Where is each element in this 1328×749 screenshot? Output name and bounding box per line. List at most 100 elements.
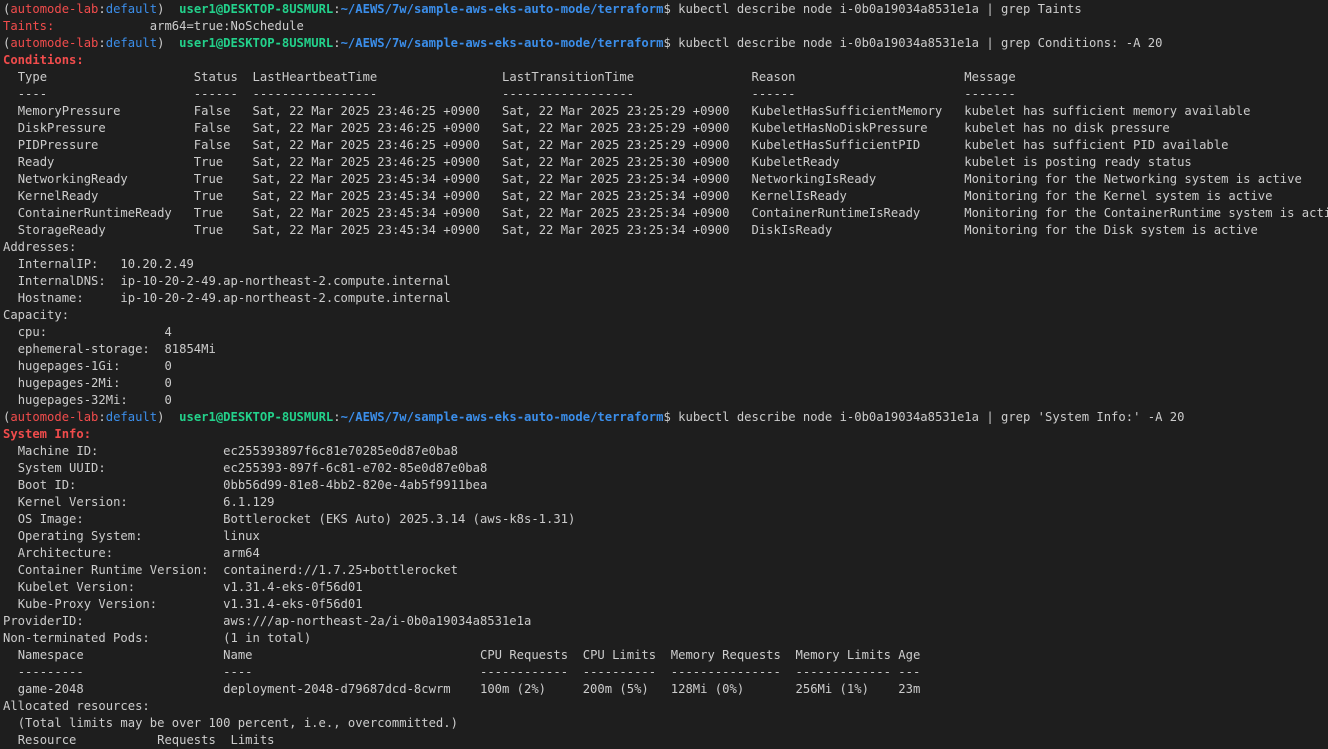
taints-line: Taints: arm64=true:NoSchedule [3, 18, 1328, 35]
prompt-user-host: user1@DESKTOP-8USMURL [179, 2, 334, 16]
field-key: Kernel Version: [17, 495, 128, 509]
field-value: 0 [164, 393, 172, 407]
capacity-row: cpu: 4 [3, 324, 1328, 341]
table-cell: ------------------ [502, 87, 635, 101]
section-heading: Capacity: [3, 308, 70, 322]
table-cell: Sat, 22 Mar 2025 23:45:34 +0900 [252, 172, 480, 186]
command-text: kubectl describe node i-0b0a19034a8531e1… [678, 410, 1185, 424]
table-cell: --------- [17, 665, 84, 679]
prompt-line: (automode-lab:default) user1@DESKTOP-8US… [3, 35, 1328, 52]
table-cell: Resource [17, 733, 77, 747]
provider-id-row: ProviderID: aws:///ap-northeast-2a/i-0b0… [3, 613, 1328, 630]
command-text: kubectl describe node i-0b0a19034a8531e1… [678, 36, 1163, 50]
capacity-row: hugepages-2Mi: 0 [3, 375, 1328, 392]
table-cell: KernelReady [17, 189, 99, 203]
condition-row: Ready True Sat, 22 Mar 2025 23:46:25 +09… [3, 154, 1328, 171]
field-value: ip-10-20-2-49.ap-northeast-2.compute.int… [120, 274, 451, 288]
table-cell: Sat, 22 Mar 2025 23:46:25 +0900 [252, 104, 480, 118]
prompt-colon: : [98, 36, 106, 50]
field-value: 6.1.129 [223, 495, 275, 509]
field-key: Hostname: [17, 291, 84, 305]
prompt-path: ~/AEWS/7w/sample-aws-eks-auto-mode/terra… [340, 36, 664, 50]
section-heading: Conditions: [3, 53, 84, 67]
system-info-row: Container Runtime Version: containerd://… [3, 562, 1328, 579]
table-cell: Sat, 22 Mar 2025 23:25:34 +0900 [502, 223, 730, 237]
field-key: ProviderID: [3, 614, 84, 628]
system-info-row: System UUID: ec255393-897f-6c81-e702-85e… [3, 460, 1328, 477]
table-cell: Message [964, 70, 1016, 84]
address-row: InternalDNS: ip-10-20-2-49.ap-northeast-… [3, 273, 1328, 290]
table-cell: False [193, 138, 231, 152]
table-cell: KubeletHasNoDiskPressure [751, 121, 928, 135]
table-cell: False [193, 104, 231, 118]
field-key: System UUID: [17, 461, 106, 475]
table-cell: kubelet has no disk pressure [964, 121, 1170, 135]
condition-row: NetworkingReady True Sat, 22 Mar 2025 23… [3, 171, 1328, 188]
table-cell: Memory Limits [795, 648, 891, 662]
section-heading: System Info: [3, 427, 92, 441]
table-cell: NetworkingIsReady [751, 172, 877, 186]
field-key: Architecture: [17, 546, 114, 560]
capacity-row: hugepages-1Gi: 0 [3, 358, 1328, 375]
table-cell: Sat, 22 Mar 2025 23:25:34 +0900 [502, 189, 730, 203]
table-cell: LastTransitionTime [502, 70, 635, 84]
condition-row: DiskPressure False Sat, 22 Mar 2025 23:4… [3, 120, 1328, 137]
address-row: Hostname: ip-10-20-2-49.ap-northeast-2.c… [3, 290, 1328, 307]
field-key: InternalDNS: [17, 274, 106, 288]
address-row: InternalIP: 10.20.2.49 [3, 256, 1328, 273]
table-cell: Ready [17, 155, 55, 169]
table-cell: Sat, 22 Mar 2025 23:25:30 +0900 [502, 155, 730, 169]
field-key: hugepages-32Mi: [17, 393, 128, 407]
prompt-cluster: automode-lab [10, 2, 99, 16]
table-cell: Sat, 22 Mar 2025 23:46:25 +0900 [252, 138, 480, 152]
prompt-path: ~/AEWS/7w/sample-aws-eks-auto-mode/terra… [340, 410, 664, 424]
prompt-cluster: automode-lab [10, 36, 99, 50]
field-key: InternalIP: [17, 257, 99, 271]
capacity-row: ephemeral-storage: 81854Mi [3, 341, 1328, 358]
field-value: linux [223, 529, 260, 543]
allocated-header-row: Resource Requests Limits [3, 732, 1328, 749]
table-cell: CPU Requests [479, 648, 569, 662]
table-cell: ------------ [479, 665, 569, 679]
table-cell: ------- [964, 87, 1016, 101]
table-cell: Sat, 22 Mar 2025 23:25:29 +0900 [501, 138, 730, 152]
prompt-user-host: user1@DESKTOP-8USMURL [179, 36, 334, 50]
terminal-output[interactable]: (automode-lab:default) user1@DESKTOP-8US… [3, 1, 1328, 749]
table-cell: kubelet has sufficient memory available [964, 104, 1251, 118]
field-key: Operating System: [17, 529, 143, 543]
table-cell: Type [17, 70, 48, 84]
table-cell: True [193, 155, 224, 169]
table-cell: PIDPressure [17, 138, 99, 152]
table-cell: Status [193, 70, 238, 84]
table-cell: Sat, 22 Mar 2025 23:45:34 +0900 [252, 206, 480, 220]
table-cell: 23m [898, 682, 921, 696]
prompt-dollar: $ [663, 36, 671, 50]
prompt-colon: : [98, 410, 106, 424]
field-value: 0 [164, 359, 172, 373]
conditions-dash-row: ---- ------ ----------------- ----------… [3, 86, 1328, 103]
table-cell: ------------- [795, 665, 891, 679]
table-cell: True [193, 172, 224, 186]
pods-header-row: Namespace Name CPU Requests CPU Limits M… [3, 647, 1328, 664]
prompt-paren: ) [157, 2, 165, 16]
allocated-heading: Allocated resources: [3, 698, 1328, 715]
field-value: v1.31.4-eks-0f56d01 [223, 580, 363, 594]
table-cell: Reason [751, 70, 796, 84]
system-info-row: Kubelet Version: v1.31.4-eks-0f56d01 [3, 579, 1328, 596]
table-cell: CPU Limits [582, 648, 657, 662]
system-info-heading: System Info: [3, 426, 1328, 443]
table-cell: ------ [751, 87, 796, 101]
table-cell: KubeletHasSufficientPID [751, 138, 921, 152]
field-key: hugepages-2Mi: [17, 376, 121, 390]
prompt-dollar: $ [663, 2, 671, 16]
prompt-namespace: default [105, 2, 158, 16]
system-info-row: Boot ID: 0bb56d99-81e8-4bb2-820e-4ab5f99… [3, 477, 1328, 494]
table-cell: Sat, 22 Mar 2025 23:25:34 +0900 [502, 206, 730, 220]
table-cell: LastHeartbeatTime [252, 70, 378, 84]
table-cell: 100m (2%) [479, 682, 547, 696]
section-heading: Addresses: [3, 240, 77, 254]
table-cell: True [193, 223, 224, 237]
prompt-colon: : [333, 410, 341, 424]
condition-row: PIDPressure False Sat, 22 Mar 2025 23:46… [3, 137, 1328, 154]
table-cell: Requests [157, 733, 216, 747]
